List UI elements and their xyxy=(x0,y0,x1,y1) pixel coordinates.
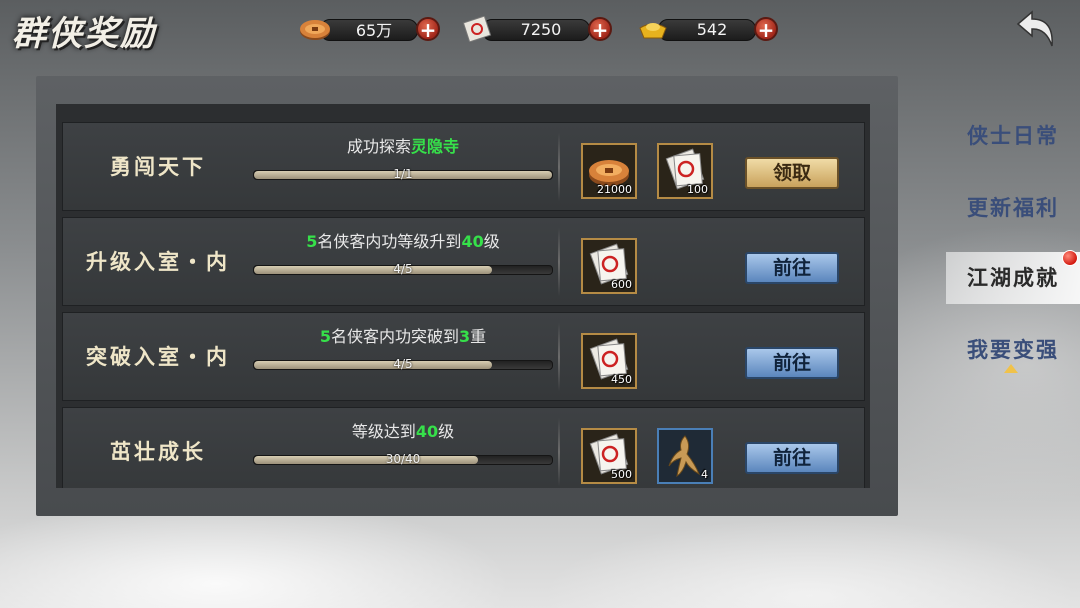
gold-value: 542 xyxy=(696,19,728,39)
desc-highlight: 灵隐寺 xyxy=(411,137,460,156)
add-ticket-button[interactable]: + xyxy=(588,17,612,41)
desc-highlight: 3 xyxy=(459,327,471,346)
add-gold-button[interactable]: + xyxy=(754,17,778,41)
task-progress: 4/5 xyxy=(253,262,553,277)
task-desc: 成功探索灵隐寺 xyxy=(253,133,553,157)
up-arrow-icon xyxy=(1004,364,1018,373)
resource-gold: 542 + xyxy=(636,16,778,42)
back-arrow-icon[interactable] xyxy=(1010,6,1060,56)
go-button[interactable]: 前往 xyxy=(745,347,839,379)
tab-daily[interactable]: 侠士日常 xyxy=(946,110,1080,162)
progress-text: 4/5 xyxy=(393,357,413,371)
task-row: 茁壮成长 等级达到40级 30/40 500 4 前往 xyxy=(62,407,865,488)
desc-highlight: 40 xyxy=(461,232,484,251)
desc-highlight: 5 xyxy=(319,327,331,346)
reward-qty: 600 xyxy=(611,278,632,291)
reward-qty: 450 xyxy=(611,373,632,386)
task-name: 勇闯天下 xyxy=(110,155,206,179)
resource-copper: 65万 + xyxy=(298,16,440,42)
tab-label: 我要变强 xyxy=(967,338,1059,362)
desc-text: 级 xyxy=(438,422,455,441)
divider xyxy=(558,133,560,201)
tab-label: 江湖成就 xyxy=(967,266,1059,290)
reward-qty: 21000 xyxy=(597,183,632,196)
task-progress: 30/40 xyxy=(253,452,553,467)
desc-text: 成功探索 xyxy=(346,137,411,156)
reward-item[interactable]: 21000 xyxy=(581,143,637,199)
copper-coin-icon xyxy=(300,20,330,40)
reward-item[interactable]: 450 xyxy=(581,333,637,389)
desc-text: 等级达到 xyxy=(351,422,416,441)
back-arrow-shape xyxy=(1016,10,1053,47)
add-copper-button[interactable]: + xyxy=(416,17,440,41)
tab-update-benefits[interactable]: 更新福利 xyxy=(946,182,1080,234)
divider xyxy=(558,228,560,296)
task-name: 升级入室・内 xyxy=(86,250,230,274)
go-button[interactable]: 前往 xyxy=(745,442,839,474)
task-row: 突破入室・内 5名侠客内功突破到3重 4/5 450 前往 xyxy=(62,312,865,401)
tab-get-stronger[interactable]: 我要变强 xyxy=(946,324,1080,376)
task-desc: 5名侠客内功突破到3重 xyxy=(253,323,553,347)
task-name: 茁壮成长 xyxy=(110,440,206,464)
gold-ingot-icon xyxy=(639,23,667,39)
tab-achievements[interactable]: 江湖成就 xyxy=(946,250,1080,304)
tab-label: 侠士日常 xyxy=(967,124,1059,148)
progress-text: 30/40 xyxy=(385,452,421,466)
ticket-scroll-icon xyxy=(462,16,492,42)
sidebar: 侠士日常 更新福利 江湖成就 我要变强 xyxy=(946,90,1080,490)
task-progress: 1/1 xyxy=(253,167,553,182)
progress-text: 1/1 xyxy=(393,167,413,181)
progress-text: 4/5 xyxy=(393,262,413,276)
desc-text: 重 xyxy=(470,327,487,346)
reward-qty: 100 xyxy=(687,183,708,196)
task-desc: 等级达到40级 xyxy=(253,418,553,442)
task-name: 突破入室・内 xyxy=(86,345,230,369)
desc-highlight: 5 xyxy=(306,232,318,251)
divider xyxy=(558,323,560,391)
reward-item[interactable]: 600 xyxy=(581,238,637,294)
task-progress: 4/5 xyxy=(253,357,553,372)
task-row: 勇闯天下 成功探索灵隐寺 1/1 21000 100 领取 xyxy=(62,122,865,211)
divider xyxy=(558,418,560,486)
resource-ticket: 7250 + xyxy=(460,16,612,42)
claim-button[interactable]: 领取 xyxy=(745,157,839,189)
reward-qty: 4 xyxy=(701,468,708,481)
task-list[interactable]: 勇闯天下 成功探索灵隐寺 1/1 21000 100 领取 升级入室・内 5名侠… xyxy=(56,104,870,488)
page-title: 群侠奖励 xyxy=(12,14,156,54)
task-row: 升级入室・内 5名侠客内功等级升到40级 4/5 600 前往 xyxy=(62,217,865,306)
tab-label: 更新福利 xyxy=(967,196,1059,220)
desc-text: 级 xyxy=(483,232,500,251)
desc-text: 名侠客内功突破到 xyxy=(330,327,459,346)
copper-value: 65万 xyxy=(355,21,393,40)
go-button[interactable]: 前往 xyxy=(745,252,839,284)
task-desc: 5名侠客内功等级升到40级 xyxy=(253,228,553,252)
ticket-value: 7250 xyxy=(520,19,562,39)
notification-dot-icon xyxy=(1062,250,1078,266)
desc-text: 名侠客内功等级升到 xyxy=(317,232,462,251)
reward-item[interactable]: 500 xyxy=(581,428,637,484)
reward-item[interactable]: 100 xyxy=(657,143,713,199)
reward-item[interactable]: 4 xyxy=(657,428,713,484)
desc-highlight: 40 xyxy=(415,422,439,441)
reward-qty: 500 xyxy=(611,468,632,481)
